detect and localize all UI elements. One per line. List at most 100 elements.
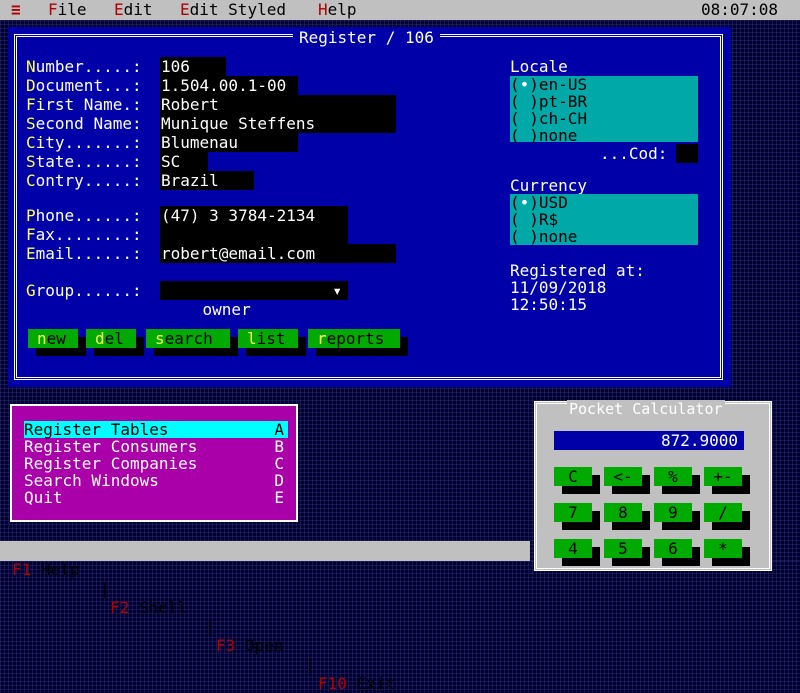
calc-key-8[interactable]: 8	[604, 503, 642, 522]
menu-item-search-windows[interactable]: Search Windows D	[24, 472, 288, 489]
menu-file-hotkey: F	[48, 0, 58, 19]
first-name-label: First Name.:	[26, 95, 142, 114]
fax-label-hotkey: F	[26, 225, 36, 244]
second-name-label-text: econd Name:	[35, 114, 142, 133]
group-select[interactable]: owner ▾	[160, 281, 348, 319]
del-button-hotkey: d	[95, 329, 105, 348]
locale-option-none[interactable]: ( )none	[510, 127, 698, 144]
status-divider: |	[305, 655, 315, 674]
status-f10-exit[interactable]: F10 Exit	[318, 674, 395, 693]
search-button[interactable]: search	[146, 329, 230, 348]
hamburger-menu-icon[interactable]: ≡	[11, 0, 21, 19]
search-button-label: earch	[164, 329, 213, 348]
reports-button[interactable]: reports	[308, 329, 400, 348]
del-button[interactable]: del	[86, 329, 136, 348]
status-f3-open[interactable]: F3 Open	[216, 636, 283, 655]
group-select-value: owner	[202, 300, 251, 319]
phone-label: Phone......:	[26, 206, 142, 225]
email-field[interactable]: robert@email.com	[160, 244, 396, 263]
menu-edit-styled[interactable]: Edit Styled	[180, 0, 286, 19]
menu-item-key: A	[274, 420, 284, 439]
locale-label: Locale	[510, 57, 568, 76]
menu-item-key: E	[274, 488, 284, 507]
status-label: Help	[31, 560, 80, 579]
del-button-label: el	[104, 329, 124, 348]
status-key: F10	[318, 674, 347, 693]
state-label: State......:	[26, 152, 142, 171]
locale-option-ch-ch[interactable]: ( )ch-CH	[510, 110, 698, 127]
currency-option-brl[interactable]: ( )R$	[510, 211, 698, 228]
phone-label-text: hone......:	[35, 206, 142, 225]
list-button[interactable]: list	[238, 329, 298, 348]
state-field[interactable]: SC	[160, 152, 208, 171]
currency-option-usd[interactable]: (•)USD	[510, 194, 698, 211]
phone-label-hotkey: P	[26, 206, 36, 225]
calc-key-divide[interactable]: /	[704, 503, 742, 522]
menu-edit-label: dit	[123, 0, 153, 19]
menu-item-register-tables[interactable]: Register Tables A	[24, 421, 288, 438]
country-label-text: ontry.....:	[35, 171, 142, 190]
calc-key-5[interactable]: 5	[604, 539, 642, 558]
country-field[interactable]: Brazil	[160, 171, 254, 190]
menu-help[interactable]: Help	[318, 0, 357, 19]
calc-key-percent[interactable]: %	[654, 467, 692, 486]
phone-field[interactable]: (47) 3 3784-2134	[160, 206, 348, 225]
fax-label: Fax........:	[26, 225, 142, 244]
menu-file-label: ile	[57, 0, 87, 19]
new-button[interactable]: new	[28, 329, 78, 348]
state-label-hotkey: S	[26, 152, 36, 171]
calc-key-plus-minus[interactable]: +-	[704, 467, 742, 486]
menu-edit-styled-label: dit Styled	[189, 0, 286, 19]
calc-key-7[interactable]: 7	[554, 503, 592, 522]
locale-radio-group: (•)en-US ( )pt-BR ( )ch-CH ( )none	[510, 76, 698, 144]
list-button-label: ist	[256, 329, 286, 348]
group-label: Group......:	[26, 281, 142, 300]
group-label-hotkey: G	[26, 281, 36, 300]
status-f2-shell[interactable]: F2 Shell	[110, 598, 187, 617]
number-label-text: umber.....:	[35, 57, 142, 76]
calc-key-4[interactable]: 4	[554, 539, 592, 558]
menu-item-quit[interactable]: Quit E	[24, 489, 288, 506]
registered-time: 12:50:15	[510, 295, 588, 314]
locale-option-pt-br[interactable]: ( )pt-BR	[510, 93, 698, 110]
status-key: F3	[216, 636, 236, 655]
menu-item-label: Quit	[24, 488, 63, 507]
locale-option-en-us[interactable]: (•)en-US	[510, 76, 698, 93]
status-key: F2	[110, 598, 130, 617]
calc-key-backspace[interactable]: <-	[604, 467, 642, 486]
number-label: Number.....:	[26, 57, 142, 76]
group-label-text: roup......:	[35, 281, 142, 300]
country-label-hotkey: C	[26, 171, 36, 190]
calculator-title: Pocket Calculator	[567, 400, 725, 419]
calc-key-clear[interactable]: C	[554, 467, 592, 486]
fax-field[interactable]	[160, 225, 348, 244]
status-f1-help[interactable]: F1 Help	[12, 560, 79, 579]
calc-key-multiply[interactable]: *	[704, 539, 742, 558]
register-menu-window: Register Tables A Register Consumers B Reg…	[10, 404, 298, 522]
calc-key-9[interactable]: 9	[654, 503, 692, 522]
first-name-field[interactable]: Robert	[160, 95, 396, 114]
pocket-calculator-window: Pocket Calculator 872.9000 C <- % +- 7 8…	[534, 400, 772, 571]
document-label: Document...:	[26, 76, 142, 95]
cod-field[interactable]	[676, 144, 698, 163]
menu-item-register-consumers[interactable]: Register Consumers B	[24, 438, 288, 455]
second-name-label: Second Name:	[26, 114, 142, 133]
chevron-down-icon: ▾	[332, 281, 342, 300]
second-name-field[interactable]: Munique Steffens	[160, 114, 396, 133]
city-label-text: ity.......:	[35, 133, 142, 152]
city-field[interactable]: Blumenau	[160, 133, 298, 152]
menu-item-register-companies[interactable]: Register Companies C	[24, 455, 288, 472]
clock: 08:07:08	[700, 0, 778, 19]
new-button-label: ew	[46, 329, 66, 348]
document-label-text: ocument...:	[35, 76, 142, 95]
currency-option-none[interactable]: ( )none	[510, 228, 698, 245]
number-field[interactable]: 106	[160, 57, 226, 76]
calc-key-6[interactable]: 6	[654, 539, 692, 558]
menu-item-key: D	[274, 471, 284, 490]
register-window: Register / 106 Number.....: Document...:…	[8, 27, 731, 387]
cod-label: ...Cod:	[600, 144, 668, 163]
menu-file[interactable]: File	[48, 0, 87, 19]
document-field[interactable]: 1.504.00.1-00	[160, 76, 298, 95]
menu-edit[interactable]: Edit	[114, 0, 153, 19]
status-label: Open	[235, 636, 284, 655]
